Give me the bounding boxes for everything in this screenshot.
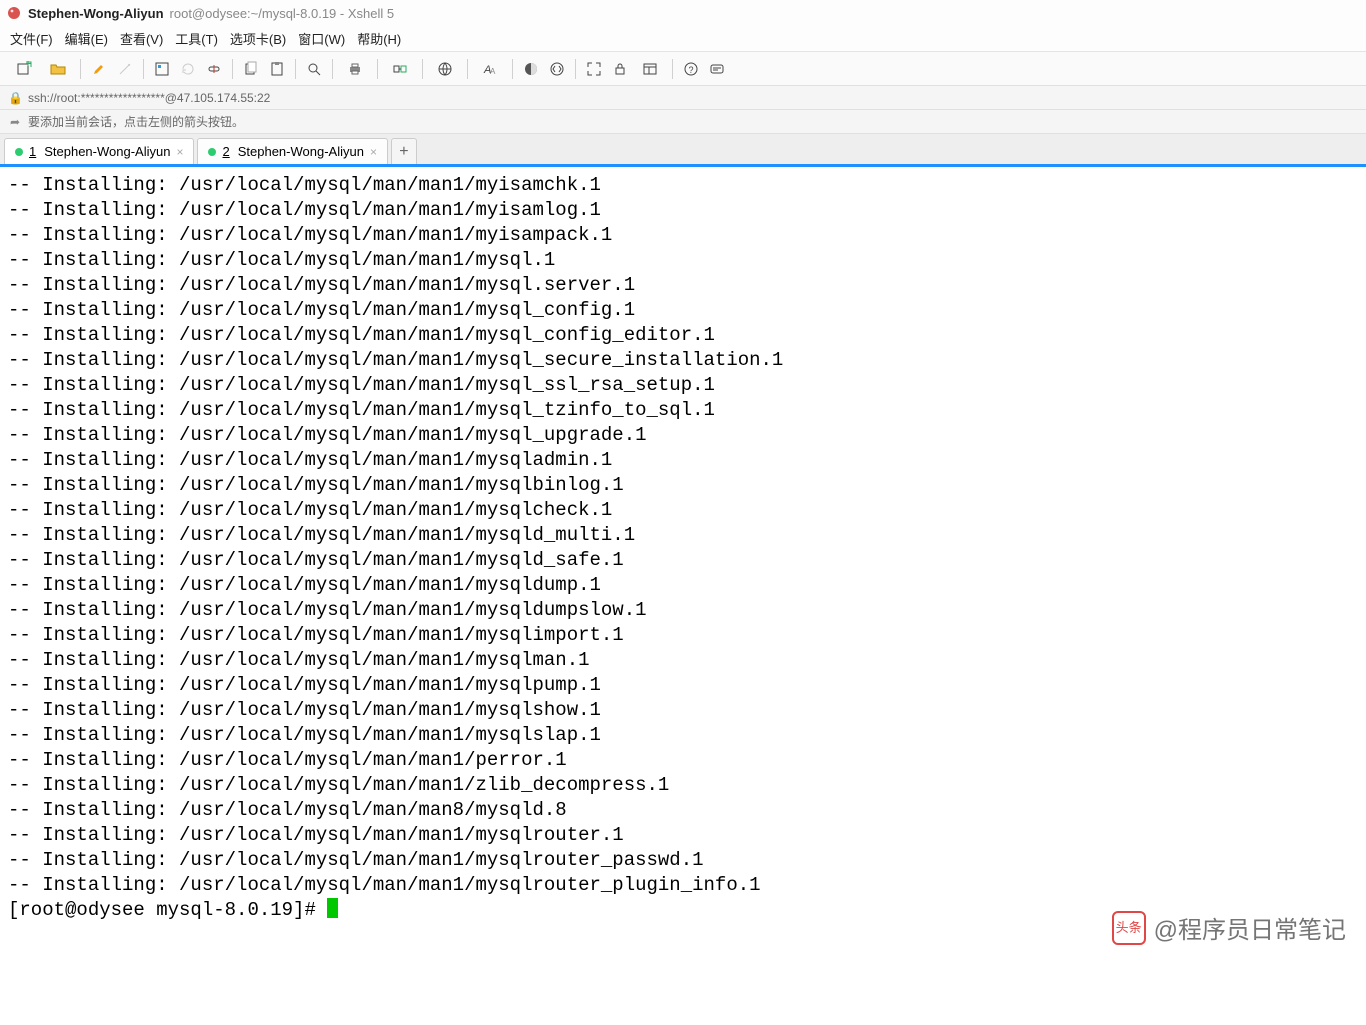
toolbar-separator — [377, 59, 378, 79]
status-dot-icon — [15, 148, 23, 156]
menu-tabs[interactable]: 选项卡(B) — [230, 29, 286, 48]
menubar: 文件(F) 编辑(E) 查看(V) 工具(T) 选项卡(B) 窗口(W) 帮助(… — [0, 26, 1366, 52]
title-session: Stephen-Wong-Aliyun — [28, 6, 164, 21]
cursor-icon — [327, 898, 338, 918]
lock-icon: 🔒 — [8, 91, 22, 105]
toolbar-separator — [422, 59, 423, 79]
address-bar: 🔒 ssh://root:******************@47.105.1… — [0, 86, 1366, 110]
tab-bar: 1 Stephen-Wong-Aliyun × 2 Stephen-Wong-A… — [0, 134, 1366, 164]
toolbar-separator — [467, 59, 468, 79]
tab-session-2[interactable]: 2 Stephen-Wong-Aliyun × — [197, 138, 387, 164]
print-button[interactable] — [339, 57, 371, 81]
tab-label: Stephen-Wong-Aliyun — [238, 144, 364, 159]
toolbar-separator — [672, 59, 673, 79]
status-dot-icon — [208, 148, 216, 156]
menu-view[interactable]: 查看(V) — [120, 29, 163, 48]
tab-session-1[interactable]: 1 Stephen-Wong-Aliyun × — [4, 138, 194, 164]
toolbar-separator — [143, 59, 144, 79]
disconnect-button[interactable] — [202, 57, 226, 81]
tab-number: 2 — [222, 144, 229, 159]
new-session-button[interactable] — [8, 57, 40, 81]
terminal-output[interactable]: -- Installing: /usr/local/mysql/man/man1… — [0, 167, 1366, 1025]
encoding-button[interactable] — [429, 57, 461, 81]
toolbar-separator — [80, 59, 81, 79]
address-url[interactable]: ssh://root:******************@47.105.174… — [28, 91, 270, 105]
lock-button[interactable] — [608, 57, 632, 81]
menu-edit[interactable]: 编辑(E) — [65, 29, 108, 48]
app-icon — [6, 5, 22, 21]
toolbar-separator — [232, 59, 233, 79]
menu-tools[interactable]: 工具(T) — [175, 29, 218, 48]
info-hint: 要添加当前会话，点击左侧的箭头按钮。 — [28, 113, 244, 130]
tab-label: Stephen-Wong-Aliyun — [44, 144, 170, 159]
toolbar-separator — [295, 59, 296, 79]
transfer-button[interactable] — [384, 57, 416, 81]
color-scheme-button[interactable] — [519, 57, 543, 81]
help-button[interactable]: ? — [679, 57, 703, 81]
open-session-button[interactable] — [42, 57, 74, 81]
close-tab-icon[interactable]: × — [176, 145, 183, 159]
shell-prompt: [root@odysee mysql-8.0.19]# — [8, 899, 327, 921]
wand-button[interactable] — [113, 57, 137, 81]
watermark: 头条 @程序员日常笔记 — [1112, 910, 1346, 945]
menu-file[interactable]: 文件(F) — [10, 29, 53, 48]
toolbar: AA ? — [0, 52, 1366, 86]
svg-text:A: A — [490, 67, 496, 76]
close-tab-icon[interactable]: × — [370, 145, 377, 159]
info-bar: ➦ 要添加当前会话，点击左侧的箭头按钮。 — [0, 110, 1366, 134]
find-button[interactable] — [302, 57, 326, 81]
toolbar-separator — [575, 59, 576, 79]
reconnect-button[interactable] — [176, 57, 200, 81]
copy-button[interactable] — [239, 57, 263, 81]
highlight-button[interactable] — [87, 57, 111, 81]
layout-button[interactable] — [634, 57, 666, 81]
title-subtitle: root@odysee:~/mysql-8.0.19 - Xshell 5 — [170, 6, 395, 21]
toolbar-separator — [332, 59, 333, 79]
fullscreen-button[interactable] — [582, 57, 606, 81]
compose-button[interactable] — [705, 57, 729, 81]
menu-help[interactable]: 帮助(H) — [357, 29, 401, 48]
font-button[interactable]: AA — [474, 57, 506, 81]
svg-text:?: ? — [689, 65, 694, 75]
properties-button[interactable] — [150, 57, 174, 81]
toolbar-separator — [512, 59, 513, 79]
script-button[interactable] — [545, 57, 569, 81]
tab-number: 1 — [29, 144, 36, 159]
watermark-logo-icon: 头条 — [1112, 911, 1146, 945]
add-arrow-icon[interactable]: ➦ — [8, 115, 22, 129]
watermark-text: @程序员日常笔记 — [1154, 910, 1346, 945]
paste-button[interactable] — [265, 57, 289, 81]
menu-window[interactable]: 窗口(W) — [298, 29, 345, 48]
terminal-lines: -- Installing: /usr/local/mysql/man/man1… — [8, 174, 783, 896]
add-tab-button[interactable]: + — [391, 138, 417, 164]
titlebar: Stephen-Wong-Aliyun root@odysee:~/mysql-… — [0, 0, 1366, 26]
